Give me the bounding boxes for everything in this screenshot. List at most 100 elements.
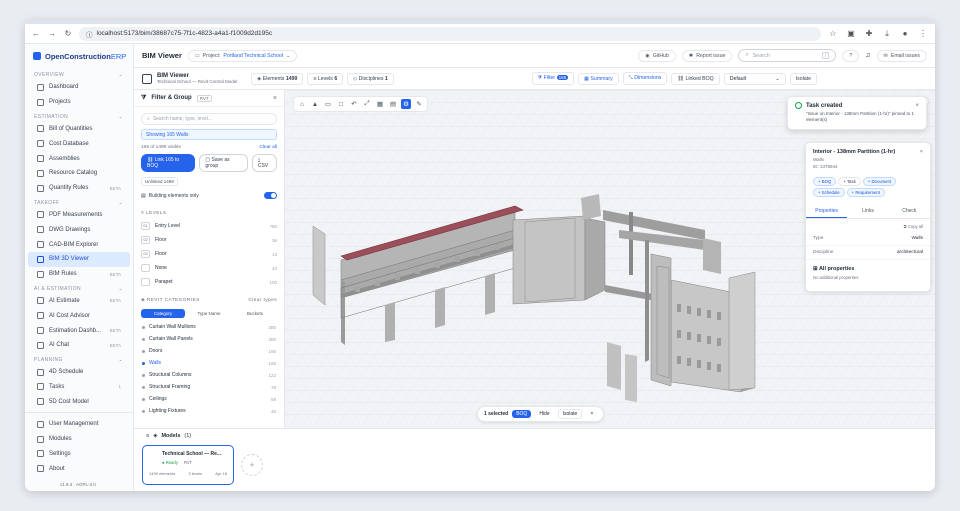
selection-isolate-button[interactable]: Isolate (557, 409, 583, 419)
reload-icon[interactable]: ↻ (63, 29, 73, 38)
category-row[interactable]: Curtain Wall Mullions 380 (134, 321, 284, 333)
sidebar-item-dwg-drawings[interactable]: DWG Drawings (28, 222, 130, 237)
selection-boq-button[interactable]: BOQ (512, 410, 532, 418)
github-button[interactable]: ◉ GitHub (638, 49, 676, 62)
sidebar-item-resource-catalog[interactable]: Resource Catalog (28, 166, 130, 181)
report-issue-button[interactable]: ✱ Report issue (681, 49, 733, 62)
fullscreen-icon[interactable]: ⤢ (362, 99, 372, 109)
sidebar-item-pdf-measurements[interactable]: PDF Measurements (28, 208, 130, 223)
unlinked-chip[interactable]: Unlinked 1499 (141, 177, 178, 186)
sidebar-item-estimation-dashb[interactable]: Estimation Dashb... BETA (28, 323, 130, 338)
bookmark-star-icon[interactable]: ☆ (827, 29, 839, 38)
category-row[interactable]: Ceilings 59 (134, 393, 284, 405)
grid-view-icon[interactable]: ▦ (375, 99, 385, 109)
isolate-button[interactable]: Isolate (789, 72, 817, 85)
category-row[interactable]: Lighting Fixtures 46 (134, 405, 284, 417)
close-icon[interactable]: × (920, 149, 923, 155)
elements-stat[interactable]: ◈ Elements 1499 (251, 72, 304, 85)
sidebar-item-bim-3d-viewer[interactable]: BIM 3D Viewer (28, 251, 130, 267)
link-requirement-button[interactable]: + Requirement (846, 188, 885, 197)
sidebar-section-header[interactable]: ESTIMATION ⌄ (25, 110, 133, 122)
url-field[interactable]: ⓘ localhost:5173/bim/38687c75-7f1c-4823-… (79, 26, 821, 41)
link-to-boq-button[interactable]: ⛓ Link 165 to BOQ (141, 154, 196, 172)
level-row[interactable]: Parapet 100 (134, 275, 284, 289)
sidebar-item-bill-of-quantities[interactable]: Bill of Quantities (28, 122, 130, 137)
close-icon[interactable]: × (915, 103, 919, 109)
category-row[interactable]: Structural Framing 78 (134, 381, 284, 393)
selection-close-button[interactable]: × (586, 410, 597, 418)
sidebar-item-4d-schedule[interactable]: 4D Schedule (28, 365, 130, 380)
summary-button[interactable]: ▦ Summary (578, 72, 619, 85)
sidebar-item-quantity-rules[interactable]: Quantity Rules BETA (28, 181, 130, 196)
home-icon[interactable]: ⌂ (297, 99, 307, 109)
sidebar-item-settings[interactable]: Settings (28, 446, 130, 461)
category-row[interactable]: Structural Columns 122 (134, 369, 284, 381)
sidebar-item-cad-bim-explorer[interactable]: CAD-BIM Explorer (28, 237, 130, 252)
filter-search-input[interactable]: ⌕ Search name, type, level... (141, 113, 277, 125)
profile-icon[interactable]: ● (899, 29, 911, 38)
category-row[interactable]: Doors 166 (134, 345, 284, 357)
back-icon[interactable]: ← (31, 29, 41, 38)
model-card[interactable]: Technical School — Re... ● Ready RVT 149… (142, 445, 234, 485)
segment-category[interactable]: Category (141, 309, 185, 318)
brand[interactable]: OpenConstructionERP (25, 44, 133, 68)
site-info-icon[interactable]: ⓘ (86, 29, 93, 39)
disciplines-stat[interactable]: ◇ Disciplines 1 (347, 72, 394, 85)
csv-export-button[interactable]: ⤓ CSV (251, 154, 277, 172)
project-selector[interactable]: ▭ Project: Portland Technical School ⌄ (187, 49, 298, 62)
sidebar-item-assemblies[interactable]: Assemblies (28, 151, 130, 166)
sidebar-item-bim-rules[interactable]: BIM Rules BETA (28, 267, 130, 282)
sidebar-item-user-management[interactable]: User Management (28, 417, 130, 432)
sidebar-section-header[interactable]: PLANNING ⌄ (25, 353, 133, 365)
clear-types-link[interactable]: Clear types (248, 298, 277, 303)
link-boq-button[interactable]: + BOQ (813, 177, 837, 186)
tab-links[interactable]: Links (847, 205, 888, 218)
building-only-toggle[interactable] (264, 192, 277, 199)
copy-all-button[interactable]: ⧉ Copy all (806, 219, 930, 232)
email-issues-button[interactable]: ✉ Email issues (876, 49, 927, 62)
link-schedule-button[interactable]: + Schedule (813, 188, 845, 197)
save-group-button[interactable]: ▢ Save as group (199, 154, 248, 172)
sidebar-section-header[interactable]: AI & ESTIMATION ⌄ (25, 282, 133, 294)
level-row[interactable]: 02 Floor 36 (134, 233, 284, 247)
sidebar-item-tasks[interactable]: Tasks 1 (28, 380, 130, 395)
menu-icon[interactable]: ⋮ (917, 29, 929, 38)
sidebar-item-modules[interactable]: Modules (28, 432, 130, 447)
sidebar-item-ai-cost-advisor[interactable]: AI Cost Advisor (28, 308, 130, 323)
select-mode-icon[interactable]: ⚙ (401, 99, 411, 109)
dimensions-button[interactable]: ⤡ Dimensions (622, 72, 668, 85)
level-row[interactable]: 01 Entry Level 750 (134, 219, 284, 233)
add-model-button[interactable]: + (241, 454, 263, 476)
extension-icon[interactable]: ▣ (845, 29, 857, 38)
bell-icon[interactable]: ♫ (865, 52, 870, 59)
section-icon[interactable]: ▭ (323, 99, 333, 109)
undo-icon[interactable]: ↶ (349, 99, 359, 109)
clear-all-link[interactable]: Clear all (259, 145, 277, 150)
category-row[interactable]: Curtain Wall Panels 300 (134, 333, 284, 345)
building-icon[interactable]: ▲ (310, 99, 320, 109)
sidebar-item-5d-cost-model[interactable]: 5D Cost Model (28, 394, 130, 409)
link-task-button[interactable]: + Task (838, 177, 861, 186)
filter-button[interactable]: ⧩ Filter 165 (531, 72, 575, 85)
link-document-button[interactable]: + Document (862, 177, 897, 186)
category-row[interactable]: Walls 165 (134, 357, 284, 369)
global-search-input[interactable]: ⌕ Search / (738, 49, 837, 62)
sidebar-section-header[interactable]: OVERVIEW ⌄ (25, 68, 133, 80)
measure-icon[interactable]: ✎ (414, 99, 424, 109)
view-preset-select[interactable]: Default ⌄ (723, 72, 786, 85)
box-icon[interactable]: □ (336, 99, 346, 109)
segment-buckets[interactable]: Buckets (233, 309, 277, 318)
tab-properties[interactable]: Properties (806, 205, 848, 218)
level-row[interactable]: 03 Floor 13 (134, 247, 284, 261)
sidebar-item-cost-database[interactable]: Cost Database (28, 136, 130, 151)
forward-icon[interactable]: → (47, 29, 57, 38)
tab-check[interactable]: Check (889, 205, 930, 218)
download-icon[interactable]: ⤓ (881, 29, 893, 39)
levels-stat[interactable]: ≡ Levels 6 (307, 72, 344, 85)
puzzle-icon[interactable]: ✚ (863, 29, 875, 38)
sidebar-section-header[interactable]: TAKEOFF ⌄ (25, 196, 133, 208)
close-icon[interactable]: × (273, 95, 277, 102)
table-icon[interactable]: ▤ (388, 99, 398, 109)
sidebar-item-dashboard[interactable]: Dashboard (28, 80, 130, 95)
segment-type-name[interactable]: Type Name (187, 309, 231, 318)
